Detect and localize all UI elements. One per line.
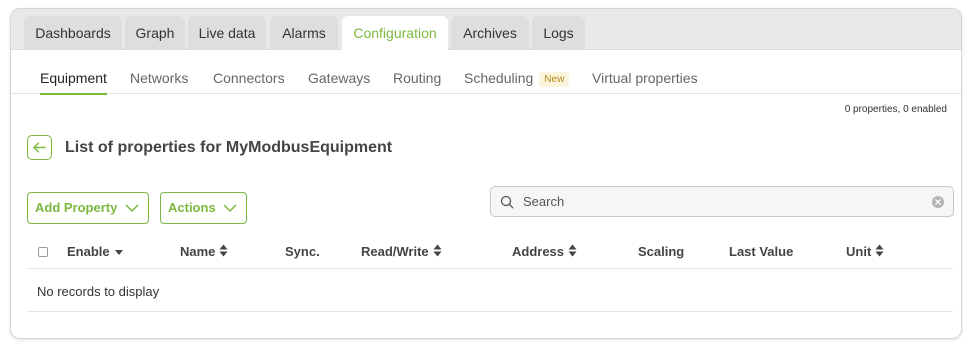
column-unit-label: Unit [846,244,872,259]
column-address[interactable]: Address [512,244,577,259]
subnav-routing[interactable]: Routing [393,70,441,86]
column-enable-label: Enable [67,244,110,259]
empty-table-row: No records to display [27,270,953,312]
table-header: Enable Name Sync. Read/Write Address Sca… [27,231,953,269]
search-box [490,186,954,217]
sort-icon [568,244,577,257]
column-enable[interactable]: Enable [67,244,124,259]
chevron-down-icon [223,204,237,213]
add-property-button[interactable]: Add Property [27,192,149,224]
actions-label: Actions [168,200,216,215]
actions-button[interactable]: Actions [160,192,247,224]
top-tab-bar: Dashboards Graph Live data Alarms Config… [11,9,961,51]
tab-archives[interactable]: Archives [451,16,529,50]
new-badge: New [539,72,570,87]
subnav-equipment[interactable]: Equipment [40,70,107,95]
tab-configuration[interactable]: Configuration [342,16,448,51]
empty-state-text: No records to display [37,284,160,299]
search-input[interactable] [523,187,923,216]
search-icon [500,195,514,209]
column-name[interactable]: Name [180,244,228,259]
tab-alarms[interactable]: Alarms [270,16,338,50]
tab-live-data[interactable]: Live data [188,16,266,50]
subnav-connectors[interactable]: Connectors [213,70,285,86]
tab-dashboards[interactable]: Dashboards [24,16,122,50]
properties-summary: 0 properties, 0 enabled [844,104,947,115]
column-last-value[interactable]: Last Value [729,244,793,259]
column-address-label: Address [512,244,565,259]
column-sync[interactable]: Sync. [285,244,320,259]
add-property-label: Add Property [35,200,118,215]
tab-graph[interactable]: Graph [125,16,185,50]
page-title: List of properties for MyModbusEquipment [65,139,393,156]
subnav-virtual-properties[interactable]: Virtual properties [592,70,698,86]
clear-icon[interactable] [932,196,944,208]
arrow-left-icon [33,142,46,153]
subnav-scheduling-label: Scheduling [464,70,534,86]
column-name-label: Name [180,244,216,259]
main-panel: Dashboards Graph Live data Alarms Config… [10,8,962,339]
subnav-networks[interactable]: Networks [130,70,188,86]
subnav-scheduling[interactable]: Scheduling New [464,70,570,87]
subnav-gateways[interactable]: Gateways [308,70,370,86]
column-read-write-label: Read/Write [361,244,429,259]
sub-navigation: Equipment Networks Connectors Gateways R… [11,50,961,95]
back-button[interactable] [27,135,52,160]
column-unit[interactable]: Unit [846,244,884,259]
tab-logs[interactable]: Logs [532,16,585,50]
sort-desc-icon [114,250,123,255]
chevron-down-icon [125,204,139,213]
select-all-checkbox[interactable] [38,247,48,257]
sort-icon [219,244,228,257]
sort-icon [875,244,884,257]
sort-icon [433,244,442,257]
column-scaling[interactable]: Scaling [638,244,684,259]
column-read-write[interactable]: Read/Write [361,244,442,259]
